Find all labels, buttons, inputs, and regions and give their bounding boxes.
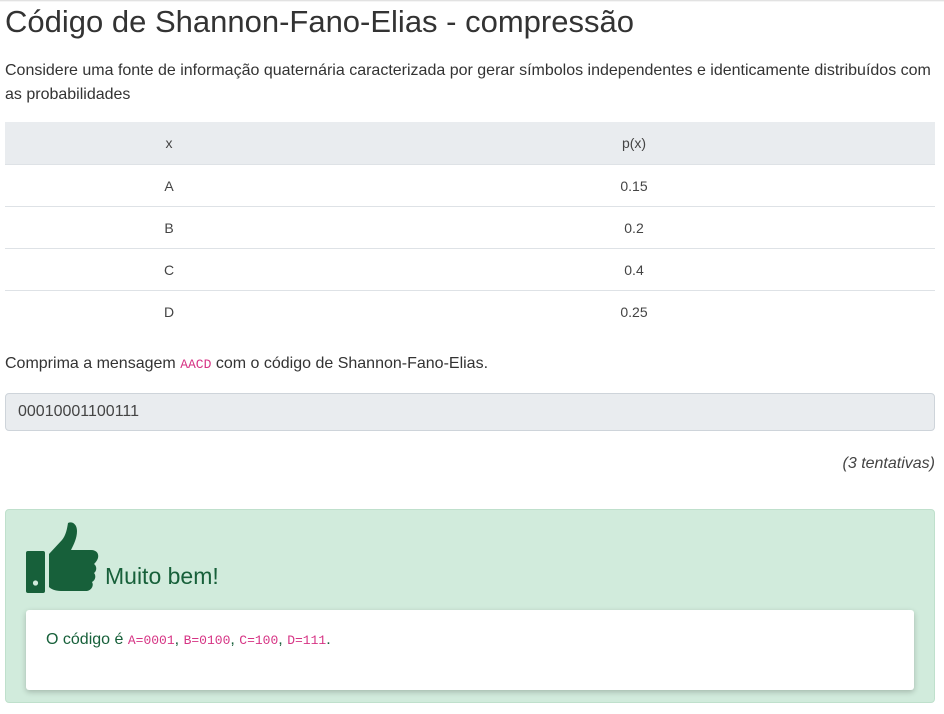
code-B: B=0100 [183,633,231,648]
page-title: Código de Shannon-Fano-Elias - compressã… [5,4,634,39]
message-code: AACD [180,357,212,372]
code-A: A=0001 [127,633,175,648]
problem-statement: Considere uma fonte de informação quater… [5,62,931,103]
top-shadow [0,0,944,2]
code-D: D=111 [287,633,327,648]
probability-cell: 0.4 [333,248,935,291]
symbol-cell: B [5,206,333,249]
end-period: . [326,631,331,648]
attempts-counter: (3 tentativas) [842,455,935,472]
feedback-prefix: O código é [46,631,124,648]
probability-table: x p(x) A 0.15 B 0.2 C 0.4 D 0.25 [5,122,935,332]
feedback-message: O código é A=0001, B=0100, C=100, D=111. [26,610,914,690]
symbol-cell: A [5,164,333,207]
thumbs-up-icon [26,522,99,593]
separator: , [230,631,235,648]
symbol-cell: C [5,248,333,291]
separator: , [174,631,180,648]
table-row: A 0.15 [5,164,935,207]
column-header-x: x [5,122,333,165]
table-row: D 0.25 [5,291,935,333]
probability-cell: 0.15 [333,164,935,207]
question-prefix: Comprima a mensagem [5,355,176,372]
table-row: B 0.2 [5,206,935,249]
question-text: Comprima a mensagem AACD com o código de… [5,352,935,377]
table-row: C 0.4 [5,248,935,291]
table-header-row: x p(x) [5,122,935,165]
column-header-px: p(x) [333,122,935,165]
feedback-title: Muito bem! [105,563,219,589]
separator: , [278,631,283,648]
answer-input[interactable]: 00010001100111 [5,393,935,431]
exercise-page: Código de Shannon-Fano-Elias - compressã… [0,0,944,714]
probability-cell: 0.25 [620,303,648,320]
probability-cell: 0.2 [333,206,935,249]
symbol-cell: D [163,303,175,320]
code-C: C=100 [239,633,279,648]
feedback-panel: Muito bem! O código é A=0001, B=0100, C=… [5,509,935,703]
question-suffix: com o código de Shannon-Fano-Elias. [215,355,489,372]
